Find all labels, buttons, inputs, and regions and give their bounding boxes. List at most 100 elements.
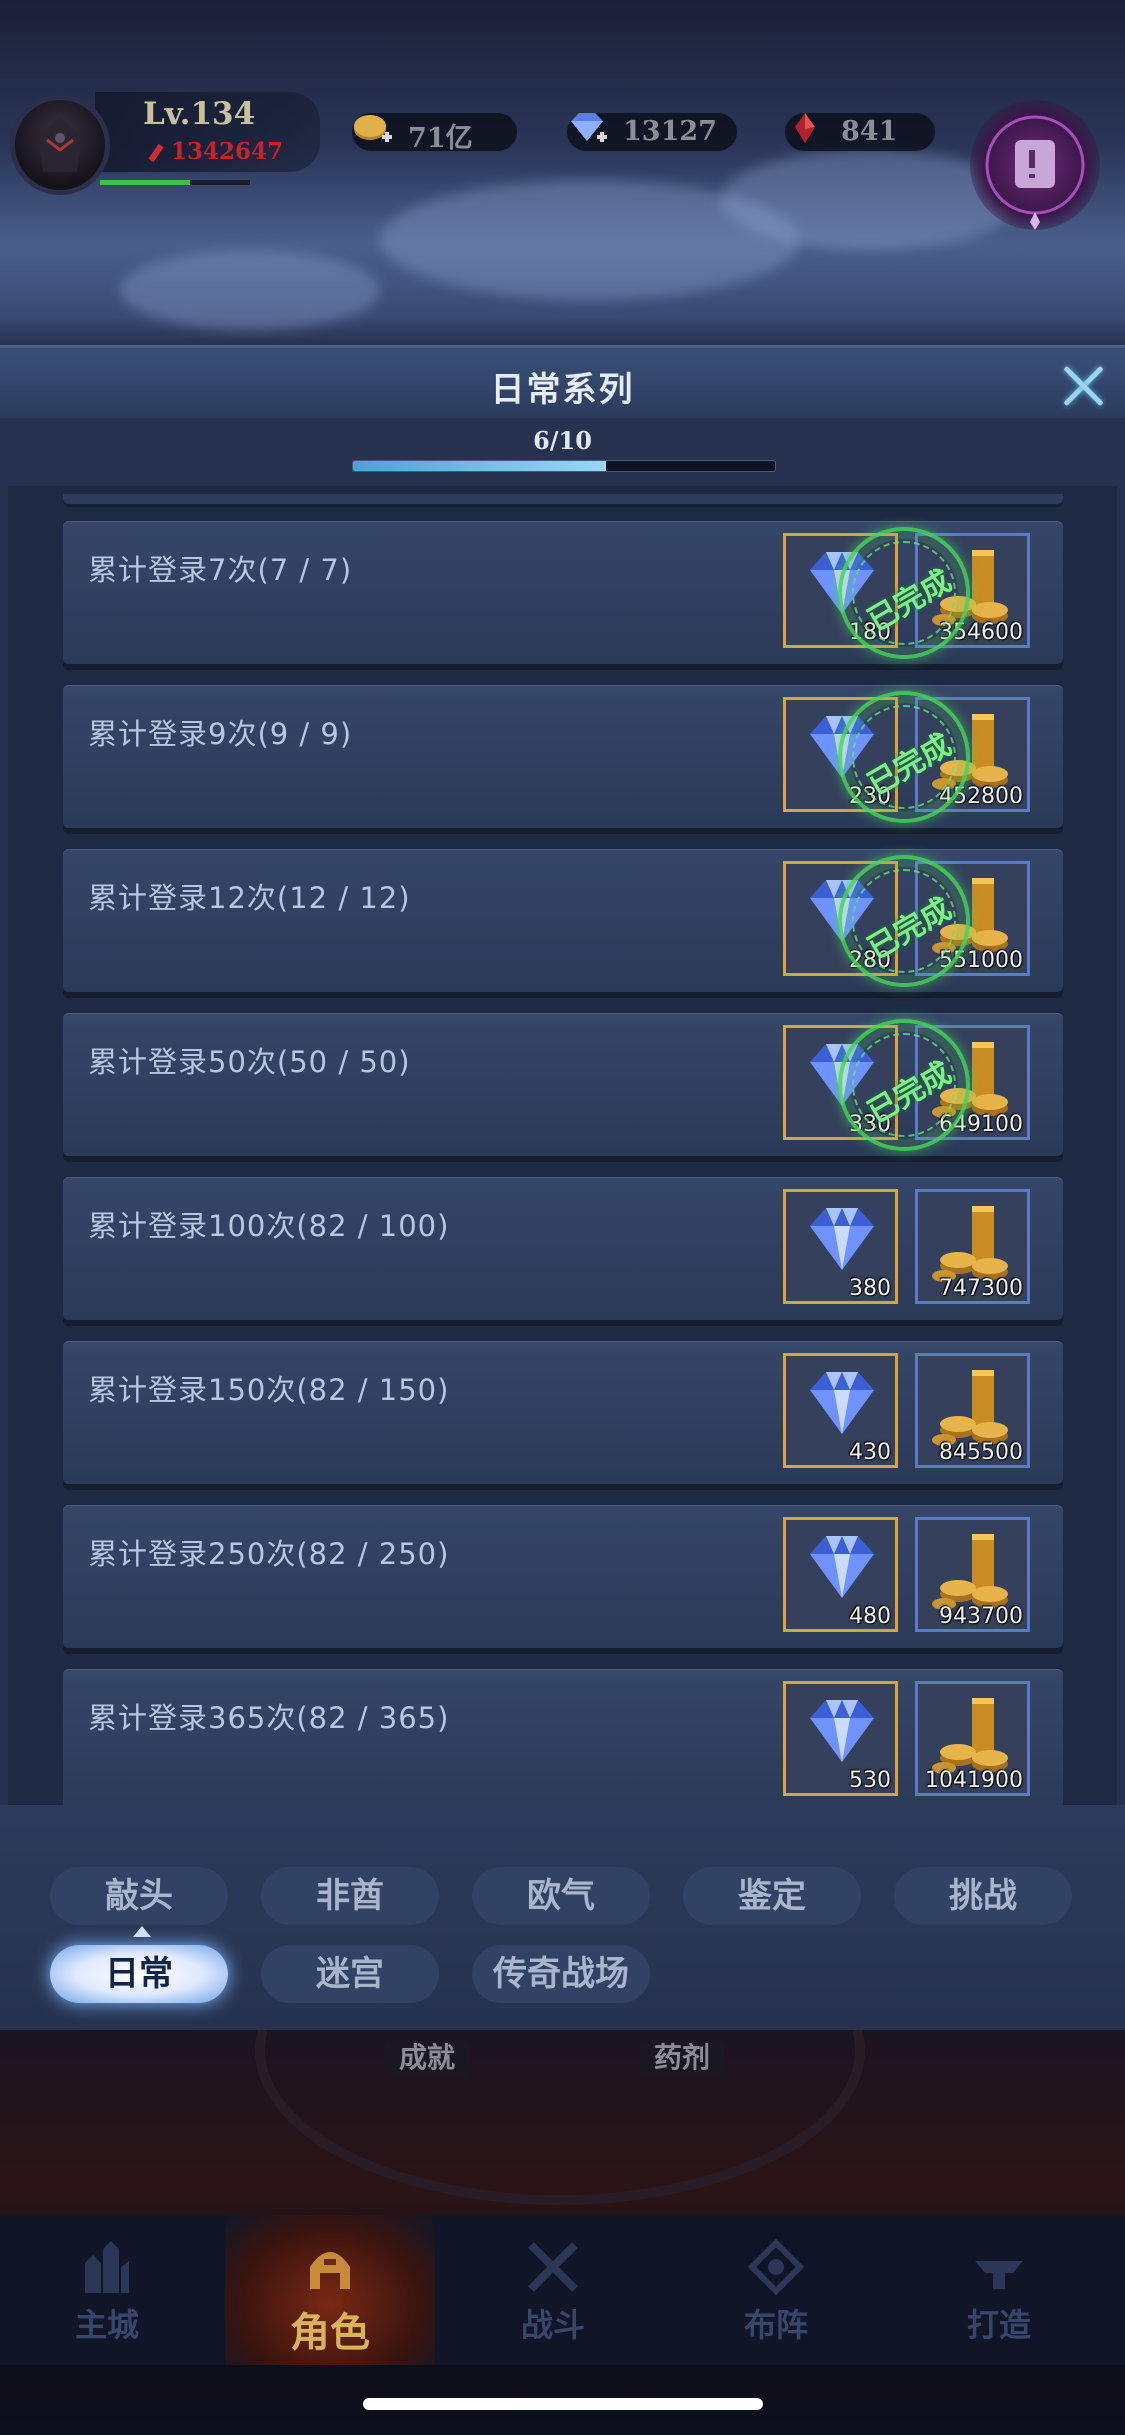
reward-diamond-qty: 430	[849, 1440, 891, 1465]
reward-diamond[interactable]: 530	[783, 1681, 898, 1796]
task-label: 累计登录250次(82 / 250)	[88, 1537, 450, 1571]
nav-label: 主城	[74, 2306, 139, 2344]
reward-gold-qty: 845500	[939, 1440, 1023, 1465]
gold-coin-plus-icon	[354, 115, 392, 142]
city-icon	[85, 2241, 129, 2293]
gold-coins-icon	[932, 1370, 1008, 1446]
completed-stamp: 已完成	[838, 1019, 970, 1151]
achievement-label[interactable]: 成就	[385, 2040, 470, 2076]
task-label: 累计登录12次(12 / 12)	[88, 881, 411, 915]
tab-row1-4[interactable]: 挑战	[894, 1867, 1072, 1925]
power-pen-icon	[148, 143, 164, 163]
task-label: 累计登录365次(82 / 365)	[88, 1701, 450, 1735]
tab-row1-0[interactable]: 敲头	[50, 1867, 228, 1925]
bottom-nav: 主城 角色 战斗 布阵 打造	[0, 2215, 1125, 2365]
task-label: 累计登录150次(82 / 150)	[88, 1373, 450, 1407]
task-label: 累计登录9次(9 / 9)	[88, 717, 353, 751]
tab-row1-3[interactable]: 鉴定	[683, 1867, 861, 1925]
reward-diamond[interactable]: 430	[783, 1353, 898, 1468]
completed-stamp: 已完成	[838, 855, 970, 987]
task-row[interactable]: 累计登录50次(50 / 50) 330 649100 已完成	[63, 1013, 1063, 1156]
reward-gold[interactable]: 845500	[915, 1353, 1030, 1468]
completed-stamp: 已完成	[838, 691, 970, 823]
anvil-icon	[975, 2261, 1023, 2289]
combat-power: 1342647	[147, 138, 283, 165]
progress-bar-fill	[353, 461, 607, 471]
daily-series-dialog: 日常系列 6/10 累计登录7次(7 / 7) 180 354600 已完成 累计登录9…	[0, 345, 1125, 2030]
home-indicator[interactable]	[363, 2398, 763, 2410]
gold-coins-icon	[932, 1534, 1008, 1610]
dialog-header: 日常系列	[0, 348, 1125, 418]
crossed-swords-icon	[528, 2242, 578, 2292]
nav-item-city[interactable]: 主城	[2, 2215, 212, 2365]
task-label: 累计登录50次(50 / 50)	[88, 1045, 411, 1079]
nav-item-crossed-swords[interactable]: 战斗	[448, 2215, 658, 2365]
diamond-plus-icon	[571, 113, 607, 142]
tab-row2-0[interactable]: 日常	[50, 1945, 228, 2003]
red-gem-icon	[795, 113, 815, 143]
scroll-icon	[985, 115, 1085, 230]
nav-label: 布阵	[743, 2306, 808, 2344]
resource-diamond[interactable]: 13127	[567, 113, 737, 151]
task-label: 累计登录7次(7 / 7)	[88, 553, 353, 587]
tab-row2-2[interactable]: 传奇战场	[472, 1945, 650, 2003]
completed-stamp: 已完成	[838, 527, 970, 659]
reward-gold[interactable]: 943700	[915, 1517, 1030, 1632]
tab-row2-1[interactable]: 迷宫	[261, 1945, 439, 2003]
player-avatar[interactable]	[10, 95, 110, 195]
dialog-title: 日常系列	[490, 370, 635, 410]
task-row[interactable]: 累计登录100次(82 / 100) 380 747300	[63, 1177, 1063, 1320]
reward-gold-qty: 943700	[939, 1604, 1023, 1629]
cloud	[120, 250, 380, 330]
diamond-icon	[810, 1372, 874, 1434]
combat-power-value: 1342647	[171, 138, 284, 165]
task-row[interactable]: 累计登录7次(7 / 7) 180 354600 已完成	[63, 521, 1063, 664]
nav-label: 战斗	[520, 2306, 585, 2344]
close-icon[interactable]	[1055, 358, 1110, 413]
helmet-icon	[310, 2252, 350, 2289]
nav-item-helmet[interactable]: 角色	[225, 2215, 435, 2365]
list-edge	[63, 494, 1063, 504]
task-row[interactable]: 累计登录9次(9 / 9) 230 452800 已完成	[63, 685, 1063, 828]
top-hud: Lv.134 1342647 71亿 13127 841	[0, 80, 1125, 230]
nav-item-anvil[interactable]: 打造	[894, 2215, 1104, 2365]
diamond-icon	[810, 1208, 874, 1270]
tab-row1-2[interactable]: 欧气	[472, 1867, 650, 1925]
quest-scroll-button[interactable]	[970, 100, 1100, 230]
ruby-amount: 841	[841, 116, 898, 147]
formation-icon	[747, 2238, 805, 2296]
exp-bar	[100, 180, 250, 185]
nav-label: 打造	[966, 2306, 1031, 2344]
reward-gold[interactable]: 747300	[915, 1189, 1030, 1304]
task-row[interactable]: 累计登录250次(82 / 250) 480 943700	[63, 1505, 1063, 1648]
resource-ruby[interactable]: 841	[785, 113, 935, 151]
task-list[interactable]: 累计登录7次(7 / 7) 180 354600 已完成 累计登录9次(9 / 9) 23…	[8, 486, 1117, 1946]
reward-diamond-qty: 530	[849, 1768, 891, 1793]
gold-coins-icon	[932, 1206, 1008, 1282]
task-row[interactable]: 累计登录150次(82 / 150) 430 845500	[63, 1341, 1063, 1484]
reward-gold-qty: 747300	[939, 1276, 1023, 1301]
player-level: Lv.134	[143, 96, 256, 132]
reward-diamond-qty: 380	[849, 1276, 891, 1301]
reward-diamond[interactable]: 480	[783, 1517, 898, 1632]
tab-row1-1[interactable]: 非酋	[261, 1867, 439, 1925]
gold-amount: 71亿	[408, 123, 473, 154]
level-panel: Lv.134 1342647	[95, 92, 320, 172]
arena-circle	[255, 1895, 865, 2205]
exp-bar-fill	[100, 180, 190, 185]
task-row[interactable]: 累计登录12次(12 / 12) 280 551000 已完成	[63, 849, 1063, 992]
resource-gold[interactable]: 71亿	[352, 113, 517, 154]
potion-label[interactable]: 药剂	[640, 2040, 725, 2076]
category-tabs: 敲头 非酋 欧气 鉴定 挑战日常 迷宫 传奇战场	[0, 1805, 1125, 2030]
diamond-icon	[810, 1536, 874, 1598]
tab-caret-indicator	[133, 1926, 151, 1937]
task-label: 累计登录100次(82 / 100)	[88, 1209, 450, 1243]
reward-gold[interactable]: 1041900	[915, 1681, 1030, 1796]
reward-gold-qty: 1041900	[925, 1768, 1023, 1793]
task-row[interactable]: 累计登录365次(82 / 365) 530 1041900	[63, 1669, 1063, 1812]
diamond-icon	[810, 1700, 874, 1762]
nav-item-formation[interactable]: 布阵	[671, 2215, 881, 2365]
progress-label: 6/10	[533, 426, 592, 455]
nav-label: 角色	[290, 2309, 370, 2356]
reward-diamond[interactable]: 380	[783, 1189, 898, 1304]
